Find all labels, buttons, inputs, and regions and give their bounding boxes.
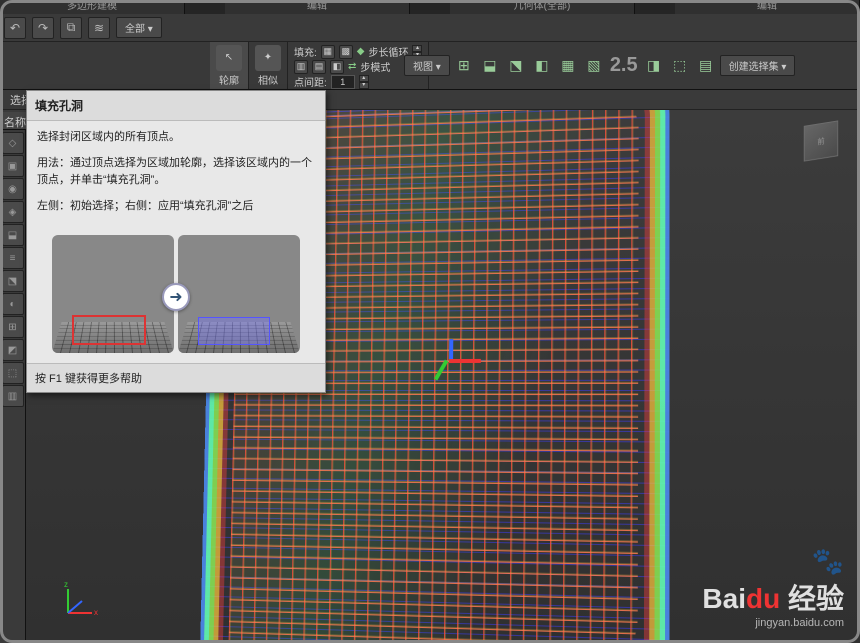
vertex-gap-spinner[interactable]: ▴▾ [359,75,369,89]
chevron-down-icon: ▾ [148,24,153,35]
fill-mode-b[interactable]: ▩ [339,45,353,59]
ricon-5[interactable]: ▦ [556,53,580,77]
svg-text:x: x [94,608,98,617]
link-icon[interactable]: ⧉ [60,17,82,39]
scope-label: 全部 [125,24,145,35]
ls-6[interactable]: ≡ [2,247,24,269]
view-cube[interactable]: 前 [804,120,838,161]
undo-icon[interactable]: ↶ [4,17,26,39]
ls-5[interactable]: ⬓ [2,224,24,246]
similar-button[interactable]: ✦ 相似 [249,42,288,89]
view-dropdown[interactable]: 视图 ▾ [404,55,450,76]
ricon-4[interactable]: ◧ [530,53,554,77]
fill-opt-1[interactable]: ▥ [294,60,308,74]
svg-text:z: z [64,580,68,589]
fill-label: 填充: [294,44,317,59]
outline-button[interactable]: ↖ 轮廓 [210,42,249,89]
left-toolstrip: ◇ ▣ ◉ ◈ ⬓ ≡ ⬔ ◐ ⊞ ◩ ⬚ ▥ [0,130,26,643]
chevron-down-icon: ▾ [781,62,786,73]
tooltip-title: 填充孔洞 [27,91,325,121]
title-groups: 多边形建模 编辑 几何体(全部) 编辑 [0,0,860,14]
outline-label: 轮廓 [219,72,239,87]
create-sel-label: 创建选择集 [729,62,779,73]
step-mode-label[interactable]: 步模式 [360,59,390,74]
tooltip-illustration: ➜ [27,231,325,363]
vertex-gap-field[interactable]: 1 [331,75,355,89]
fill-mode-a[interactable]: ▦ [321,45,335,59]
paw-icon: 🐾 [702,546,844,577]
ricon-6[interactable]: ▧ [582,53,606,77]
ricon-7[interactable]: ◨ [642,53,666,77]
grp-polymodel[interactable]: 多边形建模 [0,0,185,14]
ls-1[interactable]: ◇ [2,132,24,154]
ricon-9[interactable]: ▤ [694,53,718,77]
fill-opt-3[interactable]: ◧ [330,60,344,74]
before-image [52,235,174,353]
ricon-8[interactable]: ⬚ [668,53,692,77]
after-image [178,235,300,353]
brand-c: 经验 [788,583,844,614]
axis-gizmo-icon: z x [62,579,102,619]
ls-7[interactable]: ⬔ [2,270,24,292]
wave-icon[interactable]: ≋ [88,17,110,39]
ls-4[interactable]: ◈ [2,201,24,223]
cursor-ball-icon: ✦ [255,45,281,71]
tooltip-p3: 左侧：初始选择；右侧：应用“填充孔洞”之后 [37,198,315,216]
ls-11[interactable]: ⬚ [2,362,24,384]
tooltip-footer: 按 F1 键获得更多帮助 [27,363,325,392]
big-number: 2.5 [610,54,638,77]
ls-8[interactable]: ◐ [2,293,24,315]
tooltip-p1: 选择封闭区域内的所有顶点。 [37,129,315,147]
arrow-icon: ➜ [162,283,190,311]
grp-edit[interactable]: 编辑 [225,0,410,14]
redo-icon[interactable]: ↷ [32,17,54,39]
watermark: 🐾 Baidu 经验 jingyan.baidu.com [702,546,844,629]
grp-geometry[interactable]: 几何体(全部) [450,0,635,14]
transform-gizmo[interactable] [431,339,471,379]
ls-10[interactable]: ◩ [2,339,24,361]
cursor-icon: ↖ [216,45,242,71]
ls-12[interactable]: ▥ [2,385,24,407]
scope-dropdown[interactable]: 全部 ▾ [116,17,162,38]
tooltip-p2: 用法：通过顶点选择为区域加轮廓，选择该区域内的一个顶点，并单击“填充孔洞”。 [37,155,315,190]
brand-a: Bai [702,583,746,614]
tooltip-fill-hole: 填充孔洞 选择封闭区域内的所有顶点。 用法：通过顶点选择为区域加轮廓，选择该区域… [26,90,326,393]
create-selection-set[interactable]: 创建选择集 ▾ [720,55,796,76]
brand-b: du [746,583,780,614]
fill-opt-2[interactable]: ▤ [312,60,326,74]
grp-edit2[interactable]: 编辑 [675,0,860,14]
top-toolbar: ↶ ↷ ⧉ ≋ 全部 ▾ [0,14,860,42]
ricon-3[interactable]: ⬔ [504,53,528,77]
similar-label: 相似 [258,72,278,87]
ricon-1[interactable]: ⊞ [452,53,476,77]
ls-2[interactable]: ▣ [2,155,24,177]
ricon-2[interactable]: ⬓ [478,53,502,77]
ribbon-right: 视图 ▾ ⊞ ⬓ ⬔ ◧ ▦ ▧ 2.5 ◨ ⬚ ▤ 创建选择集 ▾ [400,42,860,88]
ribbon: ↖ 轮廓 ✦ 相似 填充: ▦ ▩ ◆ 步长循环 ▴▾ ▥ ▤ ◧ ⇄ 步模式 … [0,42,860,90]
ls-9[interactable]: ⊞ [2,316,24,338]
vertex-gap-label: 点间距: [294,74,327,89]
ls-3[interactable]: ◉ [2,178,24,200]
watermark-sub: jingyan.baidu.com [702,617,844,629]
